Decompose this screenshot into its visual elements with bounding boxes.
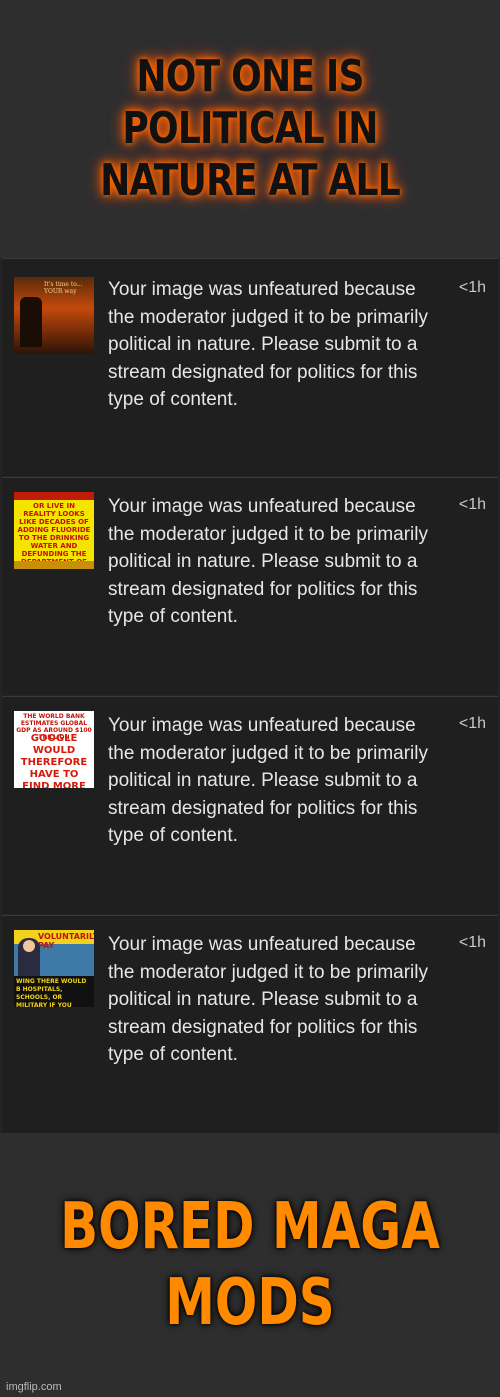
- notification-message: Your image was unfeatured because the mo…: [108, 715, 428, 846]
- notification-thumbnail[interactable]: THE WORLD BANK ESTIMATES GLOBAL GDP AS A…: [14, 711, 94, 788]
- notification-item[interactable]: It's time to... YOUR way Your image was …: [2, 258, 498, 476]
- watermark: imgflip.com: [6, 1381, 62, 1393]
- person-face: [23, 940, 35, 952]
- bottom-caption: BORED MAGA MODS: [0, 1133, 500, 1397]
- notification-item[interactable]: OR LIVE IN REALITY LOOKS LIKE DECADES OF…: [2, 477, 498, 695]
- notification-time: <1h: [458, 496, 486, 513]
- thumbnail-text-main: GOOGLE WOULD THEREFORE HAVE TO FIND MORE…: [20, 733, 88, 788]
- thumbnail-text: It's time to... YOUR way: [44, 281, 83, 295]
- thumbnail-text: OR LIVE IN REALITY LOOKS LIKE DECADES OF…: [17, 502, 91, 569]
- thumbnail-top-bar: [14, 492, 94, 500]
- notification-time: <1h: [458, 279, 486, 296]
- notification-list: It's time to... YOUR way Your image was …: [0, 258, 500, 1133]
- notification-thumbnail[interactable]: OR LIVE IN REALITY LOOKS LIKE DECADES OF…: [14, 492, 94, 569]
- top-caption-text: NOT ONE IS POLITICAL IN NATURE AT ALL: [100, 51, 401, 206]
- notification-item[interactable]: VOLUNTARILY PAY WING THERE WOULD B HOSPI…: [2, 915, 498, 1133]
- top-caption: NOT ONE IS POLITICAL IN NATURE AT ALL: [0, 0, 500, 258]
- notification-thumbnail[interactable]: VOLUNTARILY PAY WING THERE WOULD B HOSPI…: [14, 930, 94, 1007]
- notification-time: <1h: [458, 934, 486, 951]
- notification-time: <1h: [458, 715, 486, 732]
- thumbnail-text-top: VOLUNTARILY PAY: [38, 932, 94, 950]
- notification-message: Your image was unfeatured because the mo…: [108, 934, 428, 1065]
- bottom-caption-text: BORED MAGA MODS: [60, 1190, 440, 1340]
- notification-thumbnail[interactable]: It's time to... YOUR way: [14, 277, 94, 354]
- thumbnail-bottom-bar: [14, 561, 94, 569]
- notification-item[interactable]: THE WORLD BANK ESTIMATES GLOBAL GDP AS A…: [2, 696, 498, 914]
- notification-message: Your image was unfeatured because the mo…: [108, 279, 428, 410]
- thumbnail-text-bottom: WING THERE WOULD B HOSPITALS, SCHOOLS, O…: [16, 978, 87, 1007]
- figure-silhouette: [20, 297, 42, 347]
- notification-message: Your image was unfeatured because the mo…: [108, 496, 428, 627]
